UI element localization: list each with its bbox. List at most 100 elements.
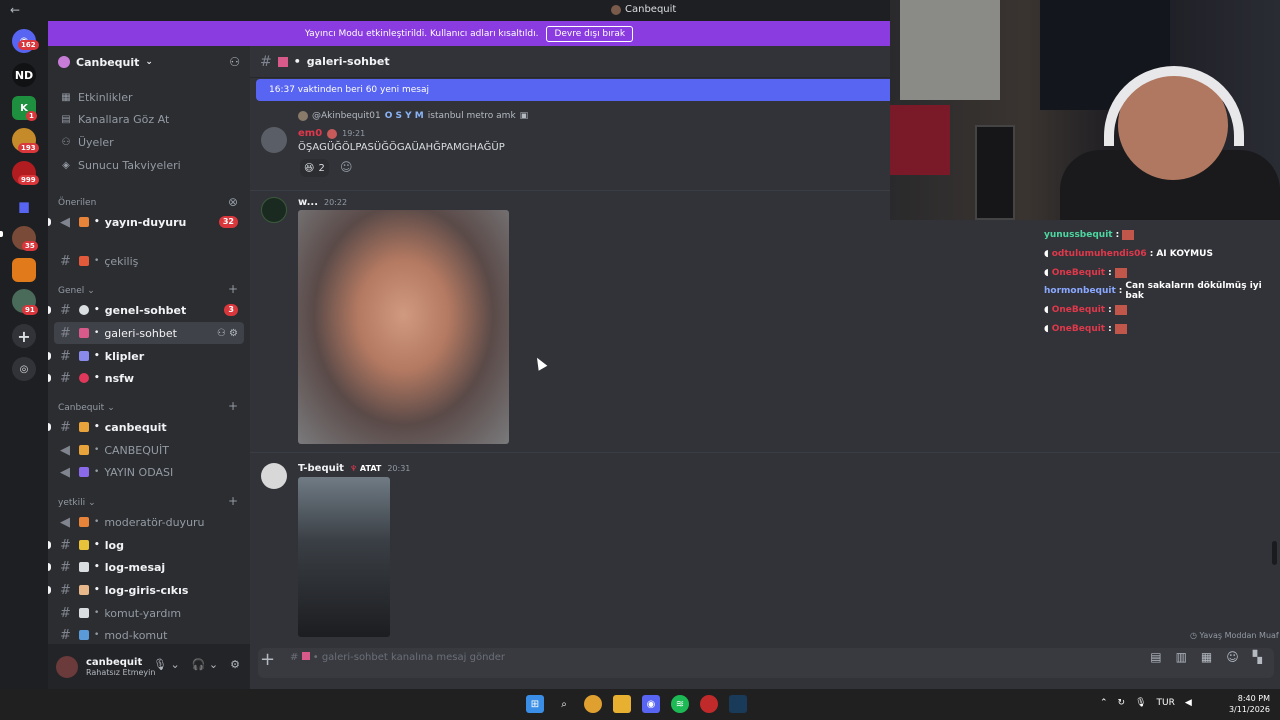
dot: • — [94, 517, 100, 527]
add-channel-icon[interactable]: + — [228, 282, 238, 296]
close-icon[interactable]: ⊗ — [228, 195, 238, 209]
invite-icon[interactable]: ⚇ — [229, 55, 240, 69]
dot: • — [94, 562, 100, 572]
image-attachment[interactable] — [298, 210, 509, 444]
search-icon[interactable]: ⌕ — [555, 695, 573, 713]
explorer-icon[interactable] — [613, 695, 631, 713]
author-name[interactable]: T-bequit — [298, 463, 344, 474]
emoji-icon — [79, 517, 89, 527]
spotify-icon[interactable]: ≋ — [671, 695, 689, 713]
channel-yayin-duyuru[interactable]: ◀ • yayın-duyuru 32 — [48, 211, 244, 233]
avatar — [298, 111, 308, 121]
sidebar-item-label: Kanallara Göz At — [78, 112, 170, 126]
server-icon-5[interactable] — [12, 258, 36, 282]
chevron-up-icon[interactable]: ⌃ — [1100, 698, 1108, 708]
server-icon — [611, 4, 621, 15]
channel-log-giris-cikis[interactable]: # • log-giris-cıkıs — [48, 579, 244, 601]
emoji-icon[interactable]: ☺ — [1226, 650, 1239, 664]
sidebar-item-boosts[interactable]: ◈ Sunucu Takviyeleri — [54, 154, 244, 176]
category-yetkili[interactable]: yetkili ⌄ — [58, 498, 96, 508]
avatar[interactable] — [261, 463, 287, 489]
image-attachment[interactable] — [298, 477, 390, 637]
channel-cekilis[interactable]: # • çekiliş — [54, 250, 244, 272]
start-icon[interactable]: ⊞ — [526, 695, 544, 713]
chevron-down-icon: ⌄ — [145, 57, 153, 67]
channel-moderator-duyuru[interactable]: ◀ • moderatör-duyuru — [54, 511, 244, 533]
sidebar-item-browse[interactable]: ▤ Kanallara Göz At — [54, 108, 244, 130]
speaker-icon: ◀ — [60, 464, 70, 480]
back-arrow-icon[interactable]: ← — [10, 3, 20, 17]
hash-icon: # — [60, 370, 71, 386]
folder-icon[interactable]: ▆ — [12, 194, 36, 218]
channel-settings-icon[interactable]: ⚇ ⚙ — [217, 328, 238, 339]
author-name[interactable]: em0 — [298, 128, 322, 139]
steam-icon[interactable] — [729, 695, 747, 713]
image-icon: ▣ — [519, 111, 529, 121]
composer-tools: ▤ ▥ ▦ ☺ ▚ — [1150, 650, 1262, 664]
add-reaction-icon[interactable]: ☺ — [340, 160, 353, 174]
server-rail: ◉ 162 ND K 1 193 999 ▆ 35 91 + ◎ — [0, 21, 48, 689]
microphone-icon[interactable]: 🎙 ⌄ — [153, 658, 180, 671]
gift-icon[interactable]: ▤ — [1150, 650, 1161, 664]
channel-yayin-odasi[interactable]: ◀ • YAYIN ODASI — [54, 461, 244, 483]
channel-log[interactable]: # • log — [48, 534, 244, 556]
chat-line: hormonbequit: Can sakaların dökülmüş iyi … — [1040, 281, 1280, 301]
new-messages-bar[interactable]: 16:37 vaktinden beri 60 yeni mesaj — [256, 79, 890, 101]
add-channel-icon[interactable]: + — [228, 399, 238, 413]
channel-canbequit-voice[interactable]: ◀ • CANBEQUİT — [54, 439, 244, 461]
dot: • — [94, 540, 100, 550]
channel-klipler[interactable]: # • klipler — [48, 345, 244, 367]
category-suggested[interactable]: Önerilen — [58, 198, 96, 208]
hash-icon: # — [60, 582, 71, 598]
channel-canbequit[interactable]: # • canbequit — [48, 416, 244, 438]
add-channel-icon[interactable]: + — [228, 494, 238, 508]
sticker-icon[interactable]: ▦ — [1201, 650, 1212, 664]
sidebar-item-members[interactable]: ⚇ Üyeler — [54, 131, 244, 153]
avatar[interactable] — [56, 655, 78, 678]
slowmode-text: Yavaş Moddan Muaf — [1199, 631, 1279, 640]
author-name[interactable]: w... — [298, 197, 318, 208]
timestamp: 19:21 — [342, 129, 366, 138]
disable-button[interactable]: Devre dışı bırak — [546, 25, 634, 42]
language-indicator[interactable]: TUR — [1157, 698, 1175, 708]
scrollbar[interactable] — [1272, 541, 1277, 565]
channel-komut-yardim[interactable]: # • komut-yardım — [54, 602, 244, 624]
hash-icon: # — [60, 559, 71, 575]
channel-mod-komut[interactable]: # • mod-komut — [54, 624, 244, 646]
clock[interactable]: 8:40 PM 3/11/2026 — [1228, 693, 1270, 715]
dm-avatar[interactable]: ND — [12, 63, 36, 87]
category-general[interactable]: Genel ⌄ — [58, 286, 95, 296]
channel-genel-sohbet[interactable]: # • genel-sohbet 3 — [48, 299, 244, 321]
discover-icon[interactable]: ◎ — [12, 357, 36, 381]
chrome-icon[interactable] — [584, 695, 602, 713]
microphone-icon[interactable]: 🎙 — [1135, 698, 1146, 708]
unread-pip — [48, 374, 51, 382]
channel-log-mesaj[interactable]: # • log-mesaj — [48, 556, 244, 578]
category-canbequit[interactable]: Canbequit ⌄ — [58, 403, 115, 413]
apps-icon[interactable]: ▚ — [1253, 650, 1262, 664]
avatar[interactable] — [261, 127, 287, 153]
gear-icon[interactable]: ⚙ — [230, 658, 240, 671]
attach-plus-icon[interactable]: + — [260, 649, 275, 670]
server-header[interactable]: Canbequit ⌄ ⚇ — [48, 46, 250, 78]
headphones-icon[interactable]: 🎧 ⌄ — [192, 658, 218, 671]
channel-name: genel-sohbet — [104, 303, 187, 317]
reply-preview[interactable]: @Akinbequit01 O S Y M istanbul metro amk… — [298, 111, 528, 121]
channel-name: mod-komut — [104, 628, 168, 642]
sync-icon[interactable]: ↻ — [1118, 698, 1126, 708]
app-icon[interactable] — [700, 695, 718, 713]
speaker-icon[interactable]: ◀ — [1185, 698, 1192, 708]
chat-user: OneBequit — [1051, 305, 1106, 316]
gif-icon[interactable]: ▥ — [1176, 650, 1187, 664]
dot: • — [94, 608, 100, 618]
sidebar-item-events[interactable]: ▦ Etkinlikler — [54, 86, 244, 108]
channel-galeri-sohbet[interactable]: # • galeri-sohbet ⚇ ⚙ — [54, 322, 244, 344]
reaction[interactable]: 😆 2 — [300, 159, 329, 177]
channel-nsfw[interactable]: # • nsfw — [48, 367, 244, 389]
trident-icon — [79, 445, 89, 455]
add-server-icon[interactable]: + — [12, 324, 36, 348]
divider — [250, 452, 1280, 453]
message-input[interactable]: # • galeri-sohbet kanalına mesaj gönder — [290, 652, 505, 663]
avatar[interactable] — [261, 197, 287, 223]
discord-icon[interactable]: ◉ — [642, 695, 660, 713]
